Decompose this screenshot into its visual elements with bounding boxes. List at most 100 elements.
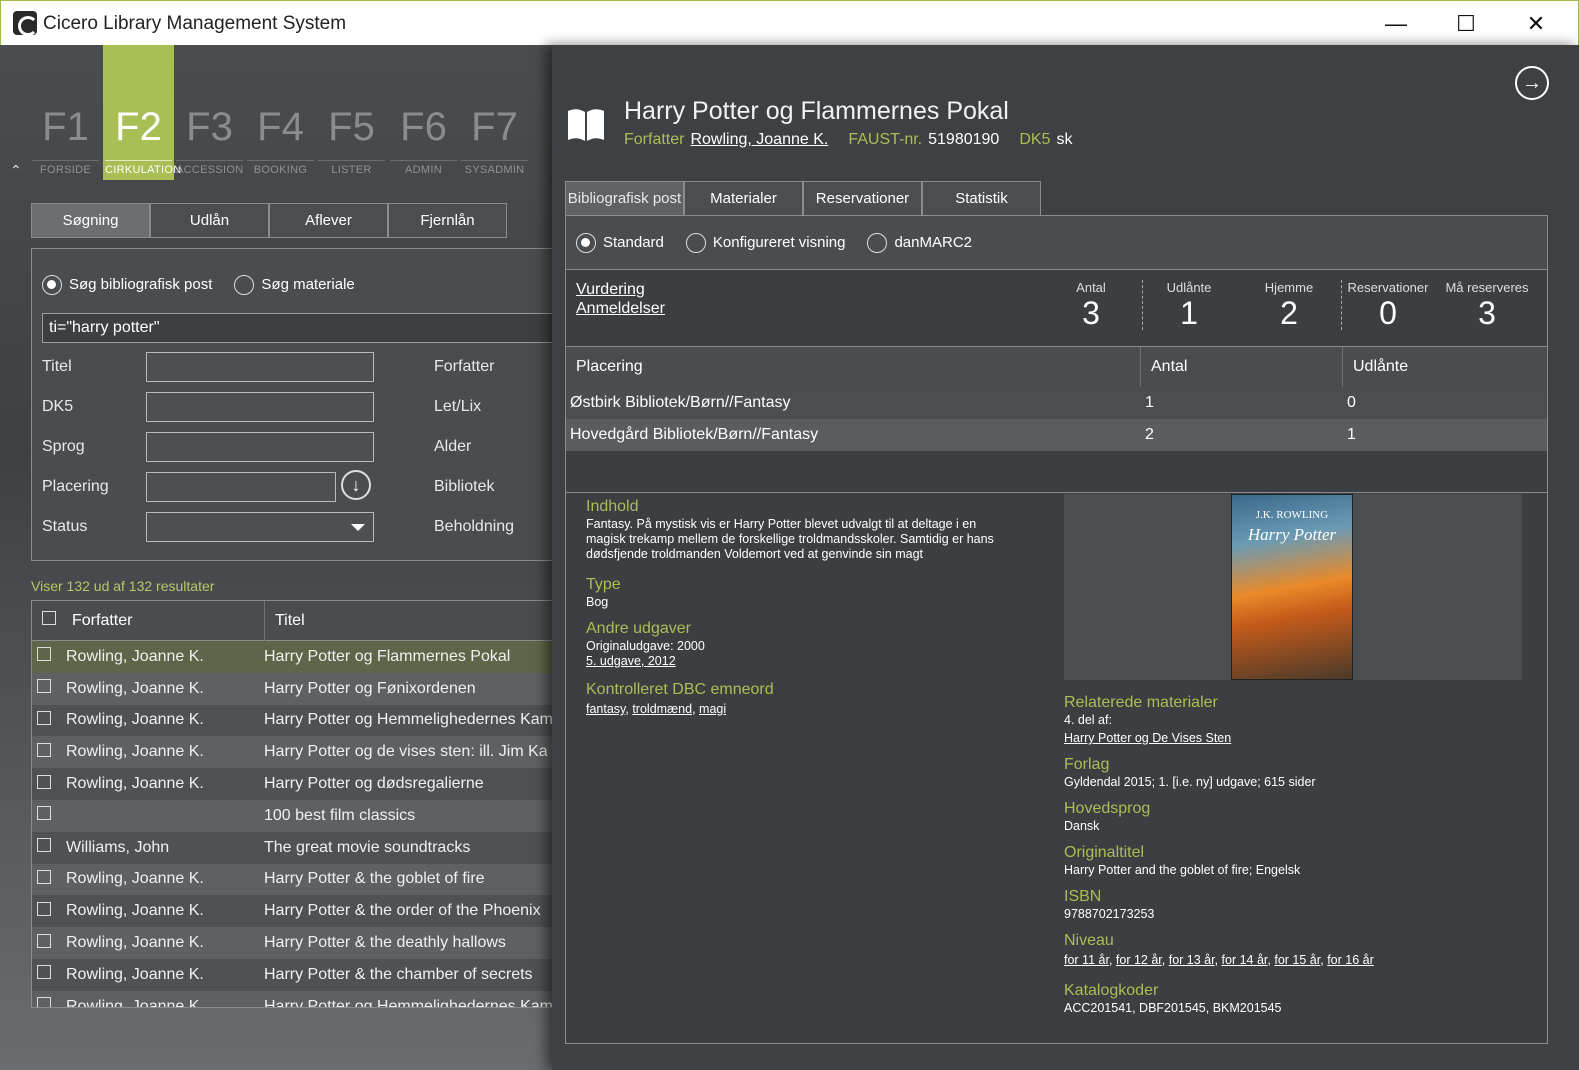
row-checkbox[interactable]	[37, 869, 51, 884]
row-checkbox[interactable]	[37, 710, 51, 725]
cell-forfatter: Rowling, Joanne K.	[66, 902, 204, 920]
andre-udgaver-section: Andre udgaver Originaludgave: 2000 5. ud…	[586, 620, 705, 669]
field-label-beholdning: Beholdning	[434, 518, 515, 535]
niveau-link[interactable]: for 13 år	[1169, 953, 1215, 967]
cell-titel: Harry Potter og Flammernes Pokal	[264, 647, 511, 665]
exit-arrow-icon[interactable]: →	[1515, 66, 1549, 100]
indhold-section: Indhold Fantasy. På mystisk vis er Harry…	[586, 497, 996, 562]
row-checkbox[interactable]	[37, 806, 51, 821]
row-checkbox[interactable]	[37, 647, 51, 662]
table-row[interactable]: Williams, John The great movie soundtrack…	[32, 831, 552, 864]
radio-konfigureret[interactable]: Konfigureret visning	[685, 232, 845, 253]
placement-row[interactable]: Østbirk Bibliotek/Børn//Fantasy 1 0	[566, 387, 1547, 419]
radio-danmarc2[interactable]: danMARC2	[867, 232, 972, 253]
close-button[interactable]: ✕	[1501, 1, 1571, 46]
col-header-titel[interactable]: Titel	[264, 601, 305, 641]
table-row[interactable]: Rowling, Joanne K. Harry Potter & the ord…	[32, 895, 552, 928]
related-link[interactable]: Harry Potter og De Vises Sten	[1064, 731, 1231, 746]
stat-udlante: Udlånte 1	[1166, 280, 1212, 331]
author-label: Forfatter	[624, 131, 685, 148]
col-header-placering[interactable]: Placering	[566, 347, 1141, 387]
tab-statistik[interactable]: Statistik	[922, 181, 1041, 216]
originaltitel-section: Originaltitel Harry Potter and the goble…	[1064, 844, 1301, 877]
radio-search-bib[interactable]: Søg bibliografisk post	[42, 275, 212, 295]
fkey-f1[interactable]: F1 FORSIDE	[30, 45, 101, 180]
placement-row[interactable]: Hovedgård Bibliotek/Børn//Fantasy 2 1	[566, 419, 1547, 451]
maximize-button[interactable]: ☐	[1431, 1, 1501, 46]
anmeldelser-link[interactable]: Anmeldelser	[576, 299, 665, 318]
search-query-input[interactable]: ti="harry potter"	[42, 313, 552, 343]
table-row[interactable]: Rowling, Joanne K. Harry Potter & the cha…	[32, 958, 552, 991]
radio-search-material[interactable]: Søg materiale	[234, 275, 355, 295]
select-all-checkbox[interactable]	[42, 611, 56, 625]
fkey-f7[interactable]: F7 SYSADMIN	[459, 45, 530, 180]
niveau-link[interactable]: for 11 år	[1064, 953, 1109, 967]
dk5-input[interactable]	[146, 392, 374, 422]
fkey-f2[interactable]: F2 CIRKULATION	[103, 45, 181, 180]
row-checkbox[interactable]	[37, 742, 51, 757]
table-row[interactable]: Rowling, Joanne K. Harry Potter og Flamme…	[32, 641, 552, 673]
tab-sogning[interactable]: Søgning	[31, 203, 150, 238]
placering-input[interactable]	[146, 472, 336, 502]
col-header-forfatter[interactable]: Forfatter	[66, 612, 264, 630]
cell-forfatter: Rowling, Joanne K.	[66, 711, 204, 729]
tab-bibliografisk-post[interactable]: Bibliografisk post	[565, 181, 684, 216]
record-panel: Standard Konfigureret visning danMARC2 V…	[565, 215, 1548, 1044]
stat-antal: Antal 3	[1076, 280, 1106, 331]
row-checkbox[interactable]	[37, 965, 51, 980]
row-checkbox[interactable]	[37, 838, 51, 853]
download-arrow-icon[interactable]: ↓	[341, 470, 371, 500]
row-checkbox[interactable]	[37, 901, 51, 916]
fkey-f3[interactable]: F3 ACCESSION	[174, 45, 245, 180]
table-row[interactable]: Rowling, Joanne K. Harry Potter og Hemmel…	[32, 704, 552, 737]
record-tabs: Bibliografisk post Materialer Reservatio…	[565, 181, 1041, 216]
udgave-link[interactable]: 5. udgave, 2012	[586, 654, 705, 669]
author-link[interactable]: Rowling, Joanne K.	[690, 131, 828, 149]
fkey-f5[interactable]: F5 LISTER	[316, 45, 387, 180]
minimize-button[interactable]: —	[1361, 1, 1431, 46]
table-row[interactable]: 100 best film classics	[32, 799, 552, 832]
fkey-f4[interactable]: F4 BOOKING	[245, 45, 316, 180]
tab-udlan[interactable]: Udlån	[150, 203, 269, 238]
cell-forfatter: Rowling, Joanne K.	[66, 934, 204, 952]
book-icon	[568, 109, 604, 141]
row-checkbox[interactable]	[37, 774, 51, 789]
tab-fjernlan[interactable]: Fjernlån	[388, 203, 507, 238]
window-title: Cicero Library Management System	[43, 13, 347, 34]
row-checkbox[interactable]	[37, 997, 51, 1007]
emneord-link[interactable]: fantasy	[586, 702, 625, 716]
row-checkbox[interactable]	[37, 933, 51, 948]
sprog-input[interactable]	[146, 432, 374, 462]
fkey-f6[interactable]: F6 ADMIN	[388, 45, 459, 180]
niveau-link[interactable]: for 14 år	[1222, 953, 1268, 967]
emneord-link[interactable]: troldmænd	[632, 702, 692, 716]
vurdering-link[interactable]: Vurdering	[576, 280, 665, 299]
table-row[interactable]: Rowling, Joanne K. Harry Potter og Hemmel…	[32, 990, 552, 1007]
col-header-udlante[interactable]: Udlånte	[1343, 347, 1547, 387]
cell-titel: Harry Potter og dødsregalierne	[264, 775, 484, 793]
field-label-dk5: DK5	[42, 398, 74, 415]
katalogkoder-section: Katalogkoder ACC201541, DBF201545, BKM20…	[1064, 982, 1282, 1015]
titel-input[interactable]	[146, 352, 374, 382]
collapse-caret-icon[interactable]: ⌃	[10, 162, 22, 179]
status-select[interactable]	[146, 512, 374, 542]
tab-materialer[interactable]: Materialer	[684, 181, 803, 216]
niveau-link[interactable]: for 15 år	[1274, 953, 1320, 967]
table-row[interactable]: Rowling, Joanne K. Harry Potter & the dea…	[32, 927, 552, 959]
table-row[interactable]: Rowling, Joanne K. Harry Potter og Fønixo…	[32, 672, 552, 705]
table-row[interactable]: Rowling, Joanne K. Harry Potter & the gob…	[32, 863, 552, 896]
niveau-section: Niveau for 11 år, for 12 år, for 13 år, …	[1064, 932, 1374, 967]
cell-titel: Harry Potter & the chamber of secrets	[264, 965, 533, 983]
niveau-link[interactable]: for 12 år	[1116, 953, 1162, 967]
radio-standard[interactable]: Standard	[576, 232, 664, 253]
field-label-placering: Placering	[42, 478, 109, 495]
row-checkbox[interactable]	[37, 679, 51, 694]
table-row[interactable]: Rowling, Joanne K. Harry Potter og dødsre…	[32, 768, 552, 800]
emneord-link[interactable]: magi	[699, 702, 726, 716]
cell-titel: The great movie soundtracks	[264, 838, 471, 856]
table-row[interactable]: Rowling, Joanne K. Harry Potter og de vis…	[32, 736, 552, 769]
tab-aflever[interactable]: Aflever	[269, 203, 388, 238]
tab-reservationer[interactable]: Reservationer	[803, 181, 922, 216]
col-header-antal[interactable]: Antal	[1141, 347, 1343, 387]
niveau-link[interactable]: for 16 år	[1327, 953, 1374, 967]
